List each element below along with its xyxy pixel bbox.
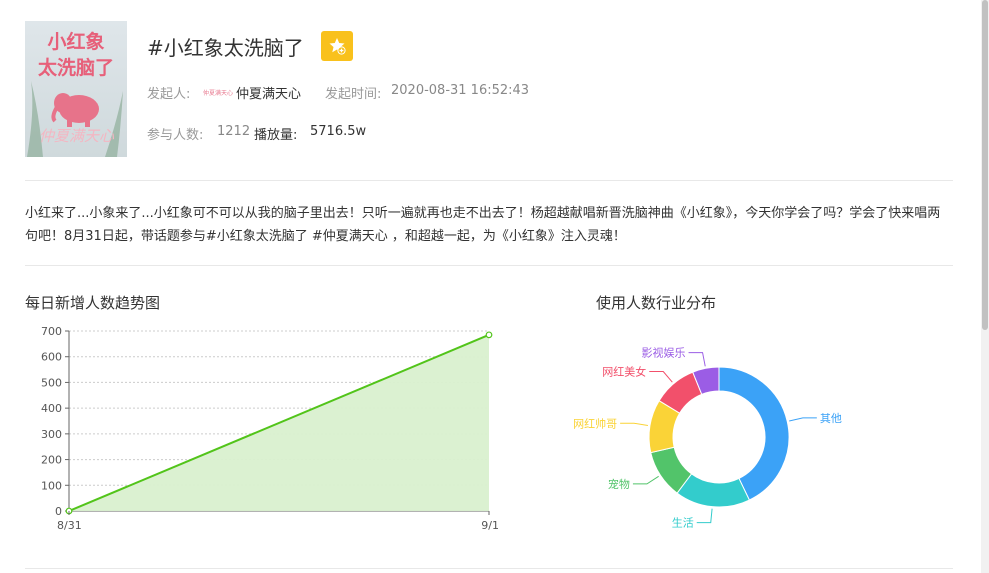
- label-leader-line: [688, 352, 706, 367]
- initiator-name[interactable]: 仲夏满天心: [236, 83, 301, 102]
- line-chart-title: 每日新增人数趋势图: [25, 294, 161, 312]
- label-leader-line: [620, 422, 649, 427]
- topic-title: #小红象太洗脑了: [147, 36, 304, 60]
- y-tick-label: 400: [41, 402, 62, 415]
- donut-slice: [718, 366, 790, 501]
- x-tick-label: 9/1: [481, 519, 499, 532]
- label-leader-line: [696, 508, 713, 524]
- slice-label: 影视娱乐: [642, 346, 686, 360]
- y-tick-label: 500: [41, 376, 62, 389]
- divider: [25, 568, 953, 569]
- plays-value: 5716.5w: [310, 124, 367, 139]
- participants-value: 1212: [217, 124, 251, 139]
- cover-signature: 仲夏满天心: [39, 127, 115, 145]
- industry-distribution-chart: 其他生活 宠物 网红帅哥 网红美女 影视娱乐: [573, 346, 842, 530]
- label-leader-line: [649, 371, 673, 383]
- y-tick-label: 700: [41, 325, 62, 338]
- data-point: [485, 331, 493, 339]
- daily-new-users-chart: 0 100 200 300 400 500 600 700 8/31 9/1: [41, 325, 499, 532]
- star-plus-icon: [329, 38, 346, 55]
- plays-label: 播放量:: [254, 128, 298, 143]
- participants-label: 参与人数:: [147, 128, 204, 143]
- y-tick-label: 200: [41, 454, 62, 467]
- divider: [25, 265, 953, 266]
- divider: [25, 180, 953, 181]
- scrollbar-thumb[interactable]: [982, 0, 988, 330]
- start-time-label: 发起时间:: [325, 87, 382, 102]
- slice-label: 生活: [672, 516, 694, 530]
- favorite-button[interactable]: [321, 31, 353, 61]
- y-tick-label: 100: [41, 479, 62, 492]
- y-tick-label: 300: [41, 428, 62, 441]
- slice-label: 宠物: [608, 477, 630, 491]
- topic-description: 小红来了...小象来了...小红象可不可以从我的脑子里出去！只听一遍就再也走不出…: [25, 206, 941, 244]
- y-tick-label: 600: [41, 351, 62, 364]
- slice-label: 其他: [820, 412, 842, 425]
- topic-cover-image: 小红象 太洗脑了 仲夏满天心: [25, 21, 127, 157]
- x-tick-label: 8/31: [57, 519, 82, 532]
- initiator-logo: 仲夏满天心: [203, 90, 234, 97]
- pie-chart-title: 使用人数行业分布: [596, 294, 717, 312]
- y-tick-label: 0: [55, 505, 62, 518]
- slice-label: 网红帅哥: [573, 417, 617, 430]
- label-leader-line: [789, 417, 817, 422]
- initiator-label: 发起人:: [147, 87, 191, 102]
- start-time-value: 2020-08-31 16:52:43: [391, 83, 530, 98]
- label-leader-line: [632, 475, 659, 485]
- slice-label: 网红美女: [602, 365, 646, 379]
